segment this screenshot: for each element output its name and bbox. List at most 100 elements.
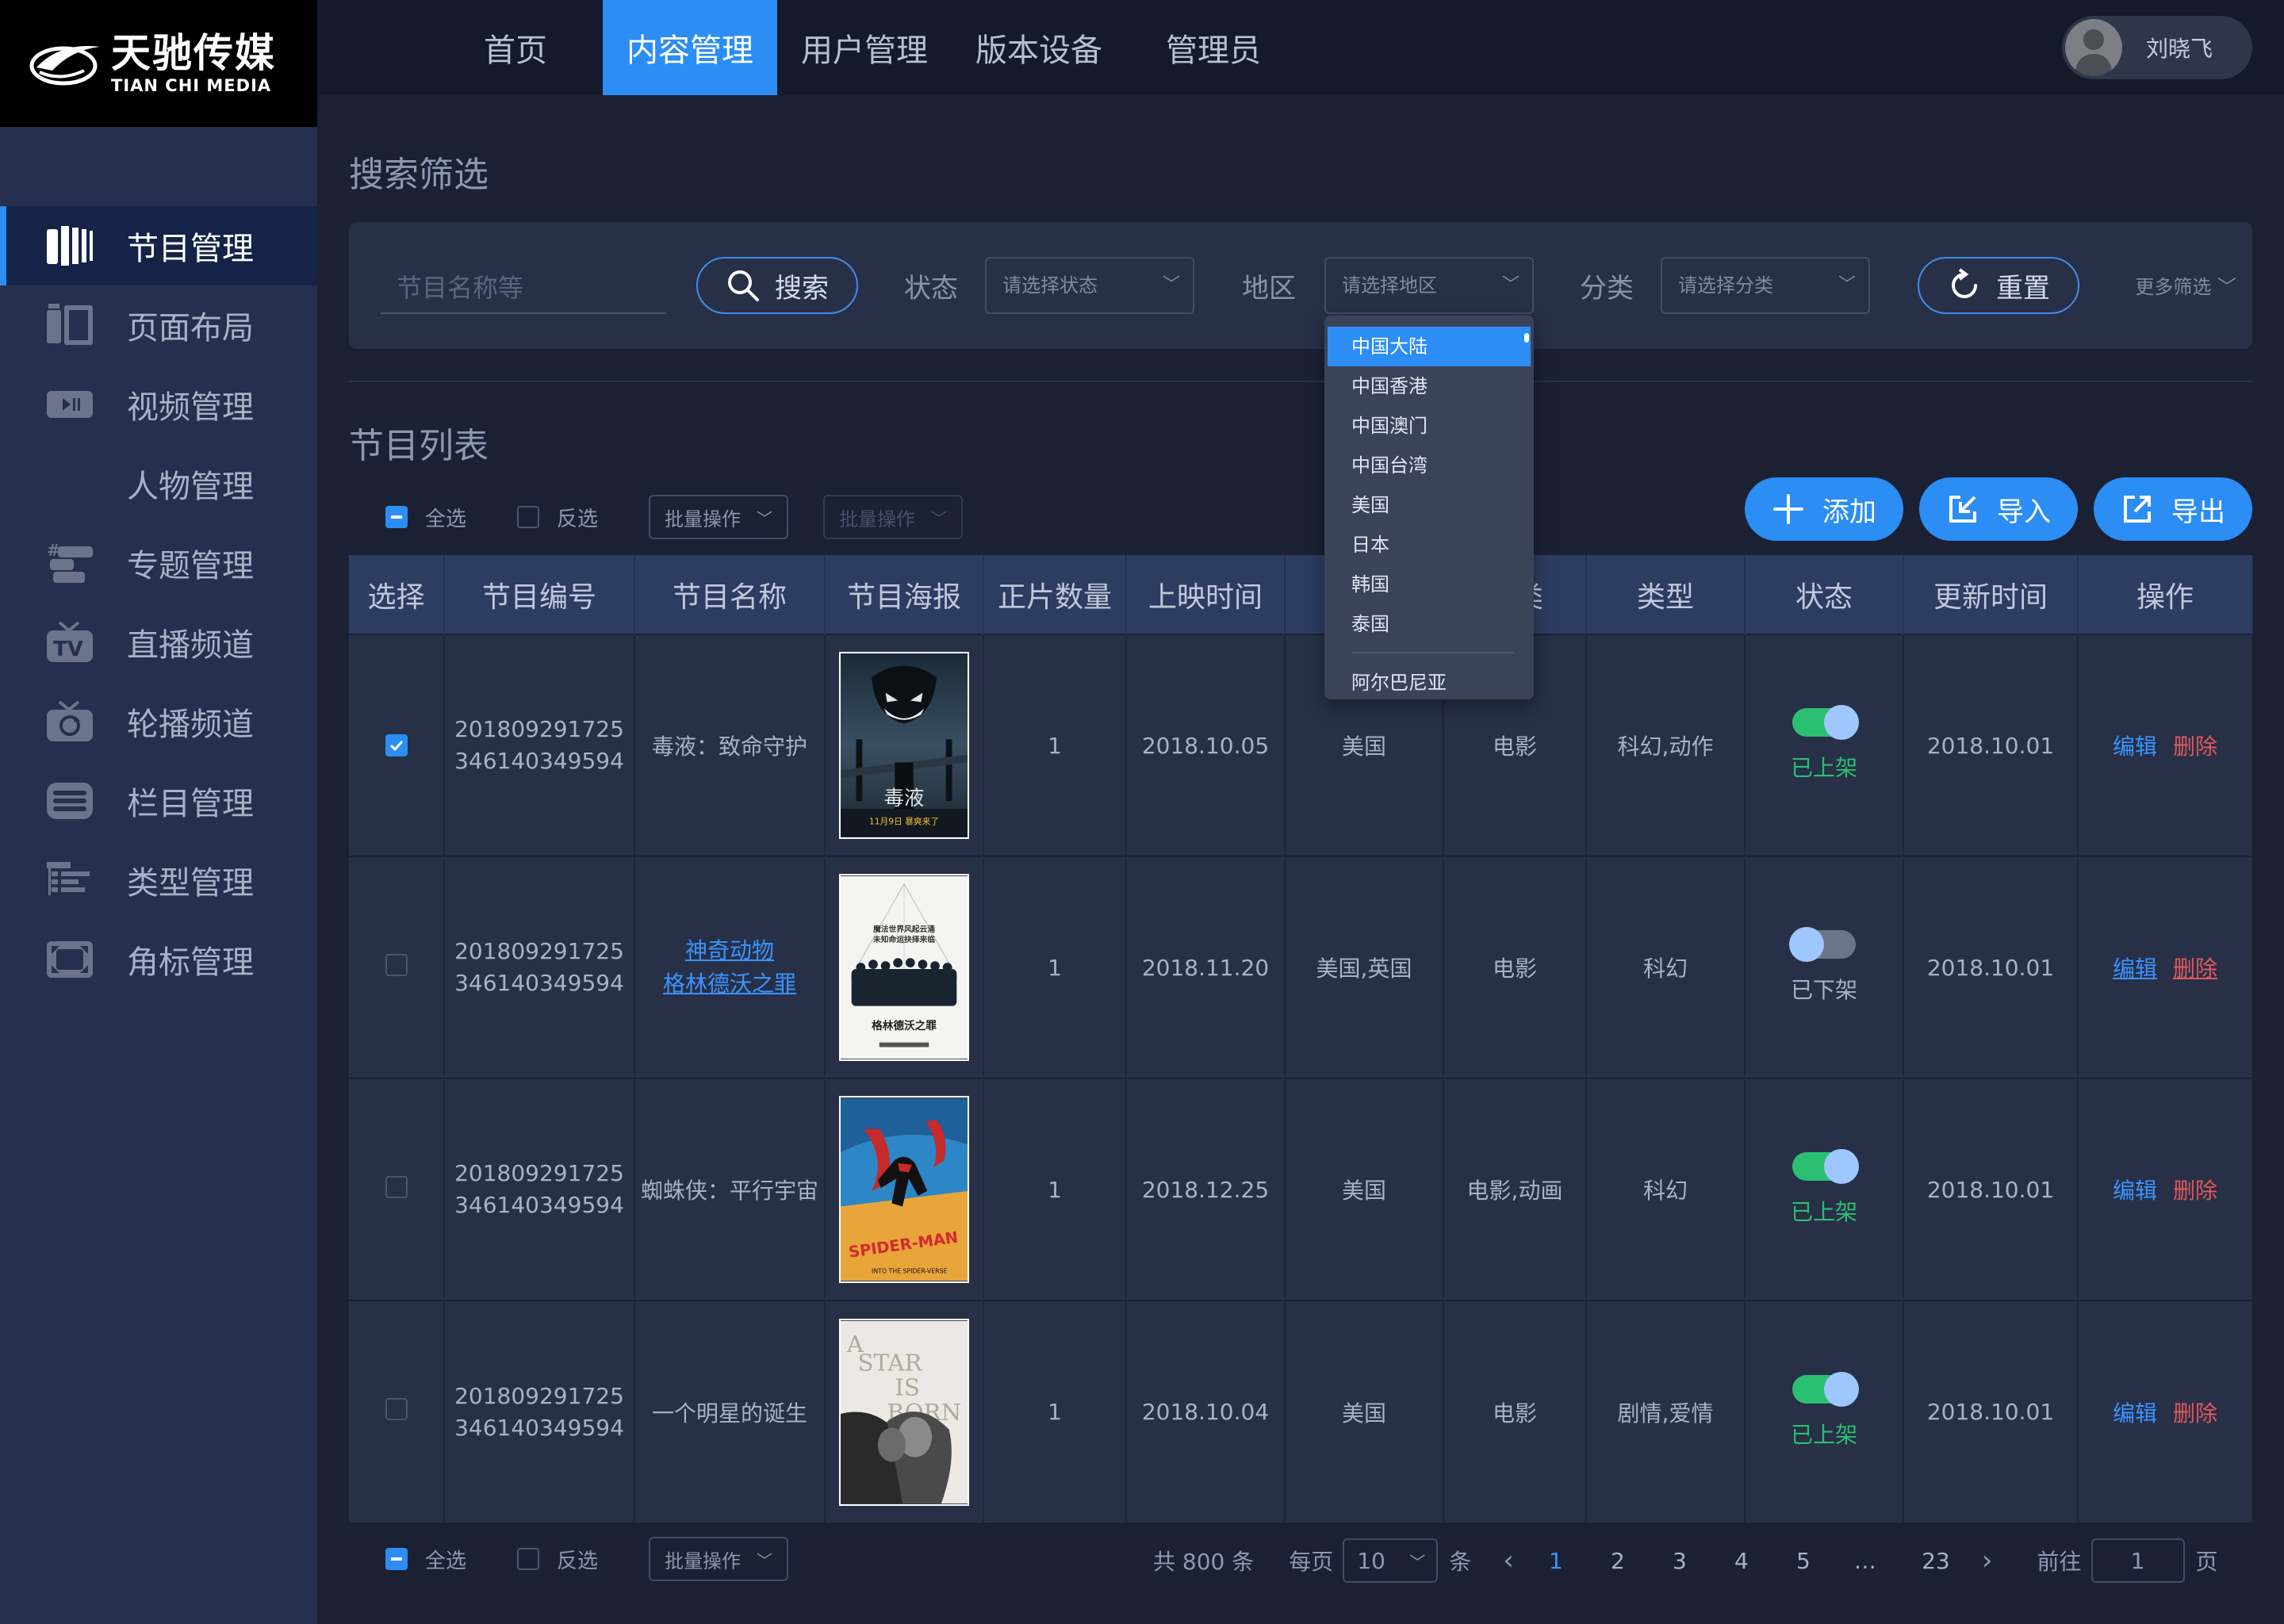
region-option[interactable]: 中国香港 — [1324, 366, 1534, 406]
per-page-select[interactable]: 10 ﹀ — [1343, 1538, 1439, 1583]
category-select[interactable]: 请选择分类 ﹀ — [1661, 257, 1870, 314]
status-toggle[interactable] — [1792, 705, 1859, 740]
page-4[interactable]: 4 — [1711, 1548, 1772, 1574]
region-option[interactable]: 中国台湾 — [1324, 446, 1534, 485]
name-search-input[interactable]: 节目名称等 — [381, 262, 666, 314]
invert-checkbox[interactable] — [517, 506, 540, 528]
page-23[interactable]: 23 — [1896, 1548, 1976, 1574]
delete-link[interactable]: 删除 — [2173, 1400, 2217, 1427]
filter-panel: 节目名称等 搜索 状态 请选择状态 ﹀ 地区 请选择地区 ﹀ 分类 请选择分类 … — [349, 222, 2252, 349]
toggle-knob — [1824, 1371, 1859, 1407]
prev-page-icon[interactable]: ‹ — [1503, 1545, 1514, 1576]
poster-a-star-is-born[interactable]: A STAR IS BORN — [839, 1318, 969, 1506]
col-name: 节目名称 — [634, 555, 826, 634]
batch-select-value: 批量操作 — [665, 508, 742, 530]
program-id: 346140349594 — [454, 1192, 624, 1218]
region-option[interactable]: 阿尔巴尼亚 — [1324, 663, 1534, 699]
poster-venom[interactable]: 毒液 11月9日 暴爽来了 — [839, 652, 969, 839]
sidebar-item-people[interactable]: 人物管理 — [0, 444, 317, 523]
col-poster: 节目海报 — [825, 555, 984, 634]
program-name-link[interactable]: 格林德沃之罪 — [635, 967, 824, 1001]
region-select[interactable]: 请选择地区 ﹀ — [1324, 257, 1534, 314]
edit-link[interactable]: 编辑 — [2113, 733, 2157, 760]
invert-label: 反选 — [557, 507, 599, 531]
nav-users[interactable]: 用户管理 — [777, 0, 952, 95]
dropdown-scrollbar[interactable] — [1524, 333, 1529, 343]
row-checkbox[interactable] — [385, 733, 408, 756]
program-id: 201809291725 — [454, 938, 624, 964]
sidebar-item-type[interactable]: 类型管理 — [0, 841, 317, 920]
edit-link[interactable]: 编辑 — [2113, 1400, 2157, 1427]
poster-spider-verse[interactable]: SPIDER-MAN INTO THE SPIDER-VERSE — [839, 1096, 969, 1283]
import-button[interactable]: 导入 — [1919, 477, 2078, 541]
episode-count: 1 — [983, 634, 1127, 856]
region-option[interactable]: 中国澳门 — [1324, 406, 1534, 446]
category-cell: 电影 — [1443, 1300, 1587, 1522]
select-all-checkbox[interactable] — [385, 1548, 408, 1570]
region-option[interactable]: 泰国 — [1324, 604, 1534, 644]
genre-cell: 科幻 — [1586, 856, 1746, 1078]
chevron-down-icon: ﹀ — [757, 508, 773, 528]
goto-page-input[interactable]: 1 — [2090, 1538, 2185, 1583]
status-select[interactable]: 请选择状态 ﹀ — [985, 257, 1194, 314]
next-page-icon[interactable]: › — [1982, 1545, 1993, 1576]
row-checkbox[interactable] — [385, 953, 408, 976]
category-cell: 电影,动画 — [1443, 1078, 1587, 1300]
add-button[interactable]: 添加 — [1745, 477, 1903, 541]
page-ellipsis[interactable]: … — [1834, 1548, 1896, 1574]
updated-date: 2018.10.01 — [1903, 1300, 2079, 1522]
sidebar-item-program[interactable]: 节目管理 — [0, 206, 317, 285]
invert-checkbox[interactable] — [517, 1548, 540, 1570]
batch-select[interactable]: 批量操作 ﹀ — [649, 495, 789, 539]
region-option[interactable]: 韩国 — [1324, 565, 1534, 604]
nav-content[interactable]: 内容管理 — [603, 0, 777, 95]
nav-version[interactable]: 版本设备 — [952, 0, 1126, 95]
more-filters-link[interactable]: 更多筛选 ﹀ — [2135, 271, 2236, 299]
sidebar-item-layout[interactable]: 页面布局 — [0, 285, 317, 365]
logo: 天驰传媒 TIAN CHI MEDIA — [0, 0, 317, 127]
delete-link[interactable]: 删除 — [2173, 956, 2217, 982]
status-toggle[interactable] — [1792, 1371, 1859, 1407]
sidebar-item-badge[interactable]: 角标管理 — [0, 920, 317, 999]
sidebar-item-topic[interactable]: # 专题管理 — [0, 523, 317, 603]
user-menu[interactable]: 刘晓飞 — [2062, 16, 2252, 79]
page-3[interactable]: 3 — [1649, 1548, 1711, 1574]
delete-link[interactable]: 删除 — [2173, 733, 2217, 760]
carousel-icon — [44, 698, 95, 745]
region-option[interactable]: 美国 — [1324, 485, 1534, 525]
status-toggle[interactable] — [1789, 927, 1856, 962]
search-button[interactable]: 搜索 — [696, 257, 858, 314]
row-checkbox[interactable] — [385, 1175, 408, 1198]
program-id: 346140349594 — [454, 748, 624, 774]
status-toggle[interactable] — [1792, 1149, 1859, 1184]
edit-link[interactable]: 编辑 — [2113, 956, 2157, 982]
batch-select[interactable]: 批量操作 ﹀ — [649, 1537, 789, 1581]
select-all-checkbox[interactable] — [385, 506, 408, 528]
page-5[interactable]: 5 — [1772, 1548, 1834, 1574]
table-row: 201809291725 346140349594 神奇动物 格林德沃之罪 魔法世界… — [349, 856, 2253, 1078]
nav-admin[interactable]: 管理员 — [1126, 0, 1301, 95]
layout-icon — [44, 301, 95, 349]
reset-button[interactable]: 重置 — [1918, 257, 2079, 314]
poster-title: 毒液 — [884, 786, 925, 810]
region-dropdown: 中国大陆 中国香港 中国澳门 中国台湾 美国 日本 韩国 泰国 阿尔巴尼亚 — [1324, 316, 1534, 699]
page-1[interactable]: 1 — [1525, 1548, 1587, 1574]
poster-fantastic-beasts[interactable]: 魔法世界风起云涌未知命运抉择来临 格林德沃之罪 — [839, 874, 969, 1061]
region-option[interactable]: 中国大陆 — [1328, 327, 1531, 366]
region-option[interactable]: 日本 — [1324, 525, 1534, 565]
episode-count: 1 — [983, 1078, 1127, 1300]
invert-label: 反选 — [557, 1549, 599, 1573]
sidebar-item-video[interactable]: 视频管理 — [0, 365, 317, 444]
row-checkbox[interactable] — [385, 1398, 408, 1420]
program-name-link[interactable]: 神奇动物 — [635, 934, 824, 967]
chevron-down-icon: ﹀ — [931, 508, 948, 528]
sidebar-item-live[interactable]: TV 直播频道 — [0, 603, 317, 682]
delete-link[interactable]: 删除 — [2173, 1178, 2217, 1204]
export-button[interactable]: 导出 — [2094, 477, 2252, 541]
nav-home[interactable]: 首页 — [428, 0, 603, 95]
page-2[interactable]: 2 — [1587, 1548, 1649, 1574]
edit-link[interactable]: 编辑 — [2113, 1178, 2157, 1204]
sidebar-item-column[interactable]: 栏目管理 — [0, 761, 317, 841]
sidebar-item-carousel[interactable]: 轮播频道 — [0, 682, 317, 761]
col-actions: 操作 — [2078, 555, 2253, 634]
